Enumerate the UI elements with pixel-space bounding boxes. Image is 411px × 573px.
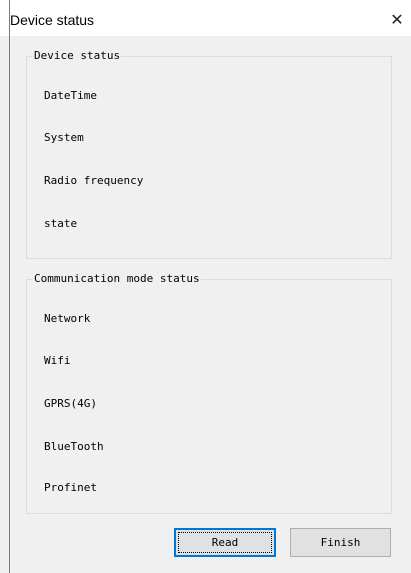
window-left-border bbox=[9, 0, 10, 573]
device-status-dialog: Device status ✕ Device status DateTime S… bbox=[0, 0, 411, 573]
datetime-label: DateTime bbox=[44, 89, 97, 102]
window-title: Device status bbox=[10, 12, 95, 28]
focus-rectangle bbox=[178, 532, 272, 553]
network-label: Network bbox=[44, 312, 91, 325]
radio-frequency-label: Radio frequency bbox=[44, 174, 144, 187]
gprs-4g-label: GPRS(4G) bbox=[44, 397, 97, 410]
communication-mode-status-group: Communication mode status Network Wifi G… bbox=[26, 272, 392, 514]
communication-mode-status-legend: Communication mode status bbox=[33, 272, 201, 286]
state-label: state bbox=[44, 217, 78, 230]
system-label: System bbox=[44, 131, 84, 144]
device-status-legend: Device status bbox=[33, 49, 122, 63]
bluetooth-label: BlueTooth bbox=[44, 440, 104, 453]
finish-button[interactable]: Finish bbox=[290, 528, 391, 557]
device-status-group: Device status DateTime System Radio freq… bbox=[26, 49, 392, 259]
close-icon[interactable]: ✕ bbox=[386, 10, 408, 30]
finish-button-label: Finish bbox=[320, 536, 361, 549]
profinet-label: Profinet bbox=[44, 481, 97, 494]
wifi-label: Wifi bbox=[44, 354, 71, 367]
title-bar: Device status ✕ bbox=[0, 0, 411, 36]
read-button[interactable]: Read bbox=[174, 528, 276, 557]
